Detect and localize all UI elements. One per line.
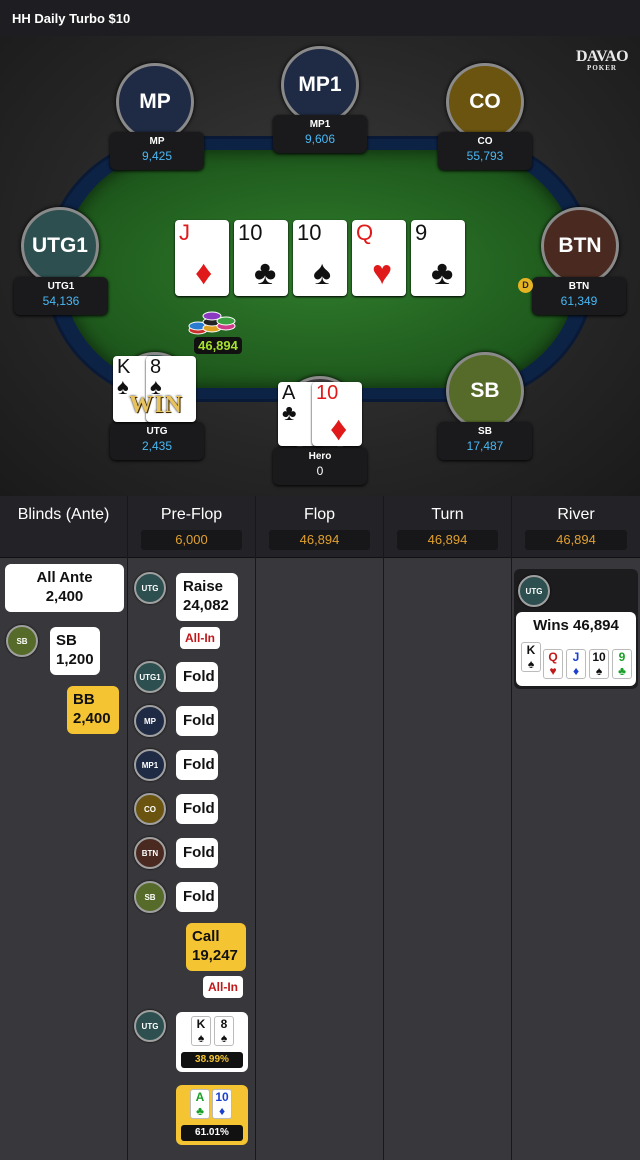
seat-avatar-btn[interactable]: BTN	[541, 207, 619, 285]
fold-bubble: Fold	[176, 838, 218, 868]
seat-avatar-utg1[interactable]: UTG1	[21, 207, 99, 285]
hero-showdown-bubble: A ♣ 10 ♦ 61.01%	[176, 1085, 248, 1145]
column-title: River	[557, 506, 595, 523]
fold-bubble: Fold	[176, 662, 218, 692]
column-title: Blinds (Ante)	[17, 506, 110, 523]
player-chip-sb: SB	[134, 881, 166, 913]
fold-bubble: Fold	[176, 706, 218, 736]
mini-card-k-spades: K ♠	[521, 642, 541, 672]
fold-bubble: Fold	[176, 794, 218, 824]
mini-card-9-clubs: 9 ♣	[612, 649, 632, 679]
hero-equity: 61.01%	[181, 1125, 243, 1141]
column-pot: 6,000	[141, 530, 242, 550]
seat-plate-mp1: MP1 9,606	[273, 115, 367, 153]
player-chip-mp1: MP1	[134, 749, 166, 781]
player-chip-btn: BTN	[134, 837, 166, 869]
seat-avatar-mp1[interactable]: MP1	[281, 46, 359, 124]
column-title: Flop	[303, 506, 336, 523]
ante-bubble: All Ante 2,400	[5, 564, 124, 612]
player-chip-co: CO	[134, 793, 166, 825]
board-card-3: 10 ♠	[293, 220, 347, 296]
player-chip-mp: MP	[134, 705, 166, 737]
column-turn: Turn 46,894	[384, 496, 512, 1160]
seat-avatar-co[interactable]: CO	[446, 63, 524, 141]
board-card-2: 10 ♣	[234, 220, 288, 296]
sb-blind-bubble: SB 1,200	[50, 627, 100, 675]
mini-card-10-spades: 10 ♠	[589, 649, 609, 679]
player-chip-utg: UTG	[134, 1010, 166, 1042]
call-bubble: Call 19,247	[186, 923, 246, 971]
column-pot: 46,894	[269, 530, 370, 550]
seat-plate-utg: UTG 2,435	[110, 422, 204, 460]
player-chip-utg1: UTG1	[134, 661, 166, 693]
raise-bubble: Raise 24,082	[176, 573, 238, 621]
column-pot: 46,894	[525, 530, 627, 550]
utg-showdown-bubble: K ♠ 8 ♠ 38.99%	[176, 1012, 248, 1072]
fold-bubble: Fold	[176, 750, 218, 780]
column-title: Turn	[431, 506, 464, 523]
all-in-tag: All-In	[180, 627, 220, 649]
fold-bubble: Fold	[176, 882, 218, 912]
mini-card-a-clubs: A ♣	[190, 1089, 210, 1119]
player-chip-utg: UTG	[518, 575, 550, 607]
wins-label: Wins 46,894	[533, 617, 619, 634]
column-flop: Flop 46,894	[256, 496, 384, 1160]
pot-amount: 46,894	[194, 337, 242, 354]
board-card-4: Q ♥	[352, 220, 406, 296]
seat-avatar-sb[interactable]: SB	[446, 352, 524, 430]
seat-plate-mp: MP 9,425	[110, 132, 204, 170]
hero-hole-card-2: 10 ♦	[312, 382, 362, 446]
win-badge: WIN	[129, 392, 183, 418]
mini-card-q-hearts: Q ♥	[543, 649, 563, 679]
bb-blind-bubble: BB 2,400	[67, 686, 119, 734]
mini-card-8-spades: 8 ♠	[214, 1016, 234, 1046]
seat-plate-utg1: UTG1 54,136	[14, 277, 108, 315]
window-title: HH Daily Turbo $10	[0, 0, 640, 36]
utg-equity: 38.99%	[181, 1052, 243, 1068]
brand-logo: DAVAO POKER	[575, 48, 629, 72]
mini-card-j-diamonds: J ♦	[566, 649, 586, 679]
seat-plate-co: CO 55,793	[438, 132, 532, 170]
column-pot: 46,894	[397, 530, 498, 550]
wins-bubble: Wins 46,894 K ♠ Q ♥ J ♦ 10 ♠ 9 ♣	[516, 612, 636, 686]
seat-plate-btn: BTN 61,349	[532, 277, 626, 315]
column-title: Pre-Flop	[160, 506, 223, 523]
player-chip-sb: SB	[6, 625, 38, 657]
seat-avatar-mp[interactable]: MP	[116, 63, 194, 141]
mini-card-k-spades: K ♠	[191, 1016, 211, 1046]
player-chip-utg: UTG	[134, 572, 166, 604]
dealer-button-icon: D	[518, 278, 533, 293]
pot-chips-icon	[188, 311, 236, 335]
board-card-1: J ♦	[175, 220, 229, 296]
mini-card-10-diamonds: 10 ♦	[212, 1089, 232, 1119]
board-card-5: 9 ♣	[411, 220, 465, 296]
seat-plate-hero: Hero 0	[273, 447, 367, 485]
all-in-tag: All-In	[203, 976, 243, 998]
seat-plate-sb: SB 17,487	[438, 422, 532, 460]
